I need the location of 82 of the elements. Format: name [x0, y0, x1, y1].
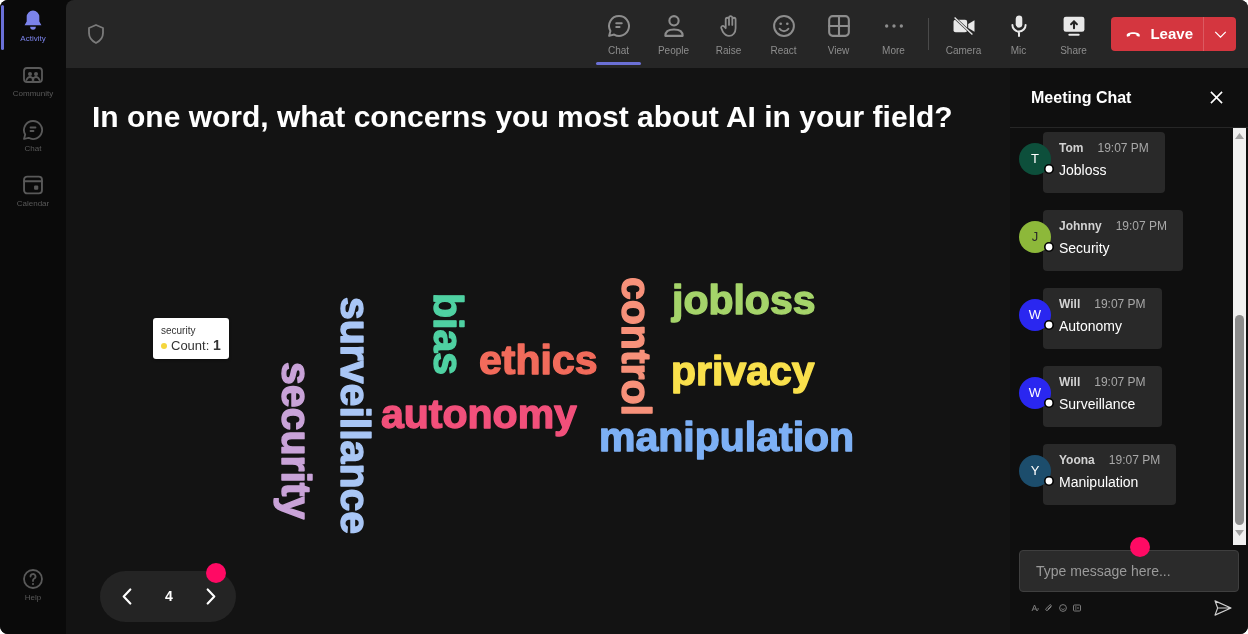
status-dot-icon: [1044, 320, 1054, 330]
toolbar-tab[interactable]: View: [811, 0, 866, 68]
cloud-word: privacy: [671, 348, 815, 394]
message-time: 19:07 PM: [1094, 296, 1146, 312]
message-time: 19:07 PM: [1094, 374, 1146, 390]
message-text: Security: [1059, 239, 1111, 258]
message-time: 19:07 PM: [1097, 140, 1149, 156]
help-icon: [23, 569, 43, 589]
message-text: Manipulation: [1059, 473, 1140, 492]
phone-icon: [1126, 29, 1141, 39]
panel-title: Meeting Chat: [1031, 87, 1132, 108]
attach-icon[interactable]: [1045, 604, 1053, 612]
cloud-word: bias: [425, 293, 471, 376]
tooltip-title: security: [161, 324, 197, 337]
person-icon: [662, 15, 685, 37]
author-name: Will: [1059, 374, 1081, 390]
toolbar-tab[interactable]: People: [646, 0, 701, 68]
format-icon[interactable]: [1031, 604, 1039, 612]
status-dot-icon: [1044, 398, 1054, 408]
toolbar-tab[interactable]: More: [866, 0, 921, 68]
status-dot-icon: [1044, 164, 1054, 174]
chat-bubble-icon: [23, 120, 43, 140]
group-icon: [23, 65, 43, 85]
chevron-down-icon: [1214, 30, 1227, 38]
author-name: Johnny: [1059, 218, 1102, 234]
smiley-icon: [772, 15, 795, 37]
cloud-word: security: [273, 362, 319, 520]
question-title: In one word, what concerns you most about AI in your field?: [92, 99, 953, 135]
chat-bubble-icon: [607, 15, 630, 37]
author-name: Will: [1059, 296, 1081, 312]
avatar: W: [1019, 299, 1051, 331]
avatar: Y: [1019, 455, 1051, 487]
avatar: J: [1019, 221, 1051, 253]
ellipsis-icon: [884, 24, 903, 28]
toolbar-tab[interactable]: React: [756, 0, 811, 68]
cloud-word: autonomy: [381, 391, 577, 437]
marker-dot-icon: [206, 563, 226, 583]
help-button[interactable]: Help: [0, 559, 66, 614]
toolbar-tab[interactable]: Raise: [701, 0, 756, 68]
toolbar-tab[interactable]: Chat: [591, 0, 646, 68]
grid-icon: [827, 15, 850, 37]
message-time: 19:07 PM: [1115, 218, 1168, 234]
leave-button[interactable]: Leave: [1111, 17, 1236, 51]
cloud-word: ethics: [479, 337, 598, 383]
emoji-icon[interactable]: [1059, 604, 1067, 612]
message-text: Jobloss: [1059, 161, 1108, 180]
avatar: T: [1019, 143, 1051, 175]
calendar-icon: [23, 175, 43, 195]
share-icon: [1062, 15, 1085, 37]
page-number: 4: [165, 587, 173, 606]
marker-dot-icon: [1130, 537, 1150, 557]
bell-icon: [23, 10, 43, 30]
message-text: Autonomy: [1059, 317, 1124, 336]
sidebar-item[interactable]: Calendar: [0, 165, 66, 220]
message-text: Surveillance: [1059, 395, 1137, 414]
close-button[interactable]: [1208, 89, 1225, 106]
sidebar-item[interactable]: Chat: [0, 110, 66, 165]
status-dot-icon: [1044, 242, 1054, 252]
shield-icon: [88, 24, 104, 44]
message-input[interactable]: Type message here...: [1019, 550, 1239, 592]
chevron-right-icon: [206, 588, 216, 605]
author-name: Tom: [1059, 140, 1084, 156]
status-dot-icon: [1044, 476, 1054, 486]
sidebar-item[interactable]: Activity: [0, 0, 66, 55]
send-icon[interactable]: [1214, 600, 1232, 616]
cloud-word: control: [613, 277, 659, 416]
cloud-word: jobloss: [672, 277, 816, 323]
cloud-word: manipulation: [599, 414, 855, 460]
chevron-left-icon: [122, 588, 132, 605]
camera-off-icon: [952, 15, 975, 37]
toolbar-button[interactable]: Camera: [936, 0, 991, 68]
cloud-word: surveillance: [332, 297, 378, 535]
toolbar-button[interactable]: Mic: [991, 0, 1046, 68]
scrollbar-thumb[interactable]: [1235, 315, 1244, 525]
gif-icon[interactable]: [1073, 604, 1081, 612]
count-text: Count: 1: [171, 337, 221, 354]
sidebar-item[interactable]: Community: [0, 55, 66, 110]
toolbar-button[interactable]: Share: [1046, 0, 1101, 68]
avatar: W: [1019, 377, 1051, 409]
message-time: 19:07 PM: [1108, 452, 1161, 468]
author-name: Yoona: [1059, 452, 1095, 468]
close-icon: [1210, 91, 1223, 104]
